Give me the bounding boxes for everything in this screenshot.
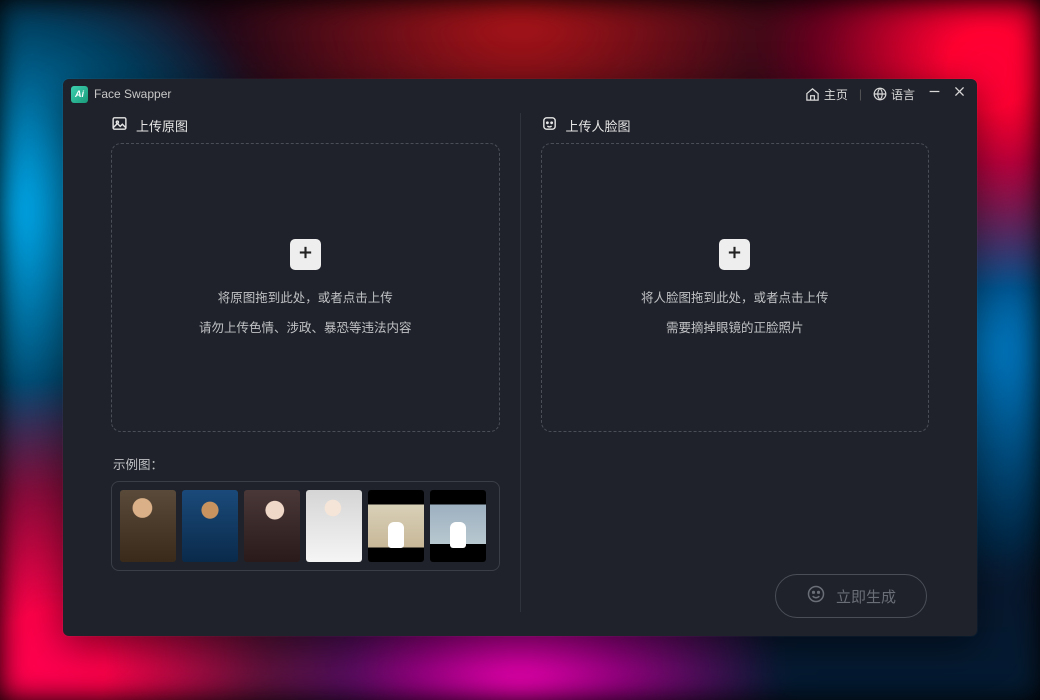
globe-icon xyxy=(873,87,887,101)
source-hint-2: 请勿上传色情、涉政、暴恐等违法内容 xyxy=(199,317,412,336)
face-hint-2: 需要摘掉眼镜的正脸照片 xyxy=(666,317,804,336)
column-divider xyxy=(520,113,521,612)
image-icon xyxy=(111,115,128,135)
add-source-button[interactable] xyxy=(290,239,321,270)
close-icon xyxy=(953,85,966,103)
language-label: 语言 xyxy=(891,86,915,103)
right-column: 上传人脸图 将人脸图拖到此处，或者点击上传 需要摘掉眼镜的正脸照片 xyxy=(531,109,940,612)
source-panel-title: 上传原图 xyxy=(136,116,188,135)
smile-icon xyxy=(806,584,826,608)
face-panel-header: 上传人脸图 xyxy=(541,109,930,143)
close-button[interactable] xyxy=(950,82,969,106)
language-button[interactable]: 语言 xyxy=(869,83,919,106)
source-upload-dropzone[interactable]: 将原图拖到此处，或者点击上传 请勿上传色情、涉政、暴恐等违法内容 xyxy=(111,143,500,432)
separator: | xyxy=(859,87,862,101)
sample-thumb-3[interactable] xyxy=(244,490,300,562)
face-panel-title: 上传人脸图 xyxy=(566,116,631,135)
plus-icon xyxy=(297,244,314,266)
app-title: Face Swapper xyxy=(94,87,171,101)
home-button[interactable]: 主页 xyxy=(801,83,852,106)
samples-label: 示例图： xyxy=(113,454,500,473)
sample-thumb-2[interactable] xyxy=(182,490,238,562)
face-icon xyxy=(541,115,558,135)
source-panel-header: 上传原图 xyxy=(111,109,500,143)
sample-thumb-5[interactable] xyxy=(368,490,424,562)
face-hint-1: 将人脸图拖到此处，或者点击上传 xyxy=(641,287,829,306)
add-face-button[interactable] xyxy=(719,239,750,270)
left-column: 上传原图 将原图拖到此处，或者点击上传 请勿上传色情、涉政、暴恐等违法内容 示例… xyxy=(101,109,510,612)
home-icon xyxy=(805,87,820,102)
generate-label: 立即生成 xyxy=(836,586,896,607)
sample-images-strip xyxy=(111,481,500,571)
app-window: Ai Face Swapper 主页 | 语言 xyxy=(63,79,977,636)
minimize-icon xyxy=(928,85,941,103)
plus-icon xyxy=(726,244,743,266)
content-area: 上传原图 将原图拖到此处，或者点击上传 请勿上传色情、涉政、暴恐等违法内容 示例… xyxy=(63,109,977,636)
sample-thumb-6[interactable] xyxy=(430,490,486,562)
sample-thumb-4[interactable] xyxy=(306,490,362,562)
sample-thumb-1[interactable] xyxy=(120,490,176,562)
app-logo: Ai xyxy=(71,86,88,103)
source-hint-1: 将原图拖到此处，或者点击上传 xyxy=(218,287,393,306)
generate-button[interactable]: 立即生成 xyxy=(775,574,927,618)
home-label: 主页 xyxy=(824,86,848,103)
minimize-button[interactable] xyxy=(925,82,944,106)
titlebar: Ai Face Swapper 主页 | 语言 xyxy=(63,79,977,109)
footer: 立即生成 xyxy=(775,574,927,618)
face-upload-dropzone[interactable]: 将人脸图拖到此处，或者点击上传 需要摘掉眼镜的正脸照片 xyxy=(541,143,930,432)
